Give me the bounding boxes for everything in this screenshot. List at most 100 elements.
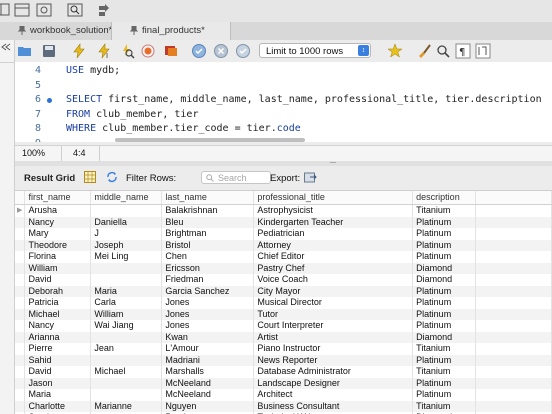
table-cell[interactable]: David <box>24 366 92 378</box>
table-cell[interactable]: Jean <box>90 343 163 355</box>
table-cell[interactable]: Database Administrator <box>253 366 414 378</box>
table-cell[interactable]: McNeeland <box>161 389 255 401</box>
code-line[interactable]: USE mydb; <box>66 65 120 76</box>
table-cell[interactable]: Platinum <box>412 377 477 389</box>
table-cell[interactable]: Bleu <box>161 216 255 228</box>
column-header-description[interactable]: description <box>412 191 477 205</box>
table-row[interactable]: Arianna Kwan Artist Diamond <box>15 331 552 343</box>
table-cell[interactable]: Garcia Sanchez <box>161 285 255 297</box>
table-cell[interactable]: Friedman <box>161 274 255 286</box>
table-cell[interactable]: Pediatrician <box>253 228 414 240</box>
table-row[interactable]: Pierre Jean L'Amour Piano Instructor Titaniu… <box>15 343 552 355</box>
code-line[interactable]: FROM club_member, tier <box>66 109 198 120</box>
table-cell[interactable]: Wai Jiang <box>90 320 163 332</box>
find-icon[interactable] <box>435 43 451 59</box>
rollback-icon[interactable] <box>213 43 229 59</box>
table-cell[interactable] <box>90 389 163 401</box>
column-header-last-name[interactable]: last_name <box>161 191 255 205</box>
execute-lightning-icon[interactable] <box>71 43 87 59</box>
table-cell[interactable] <box>90 204 163 217</box>
table-row[interactable]: Jason McNeeland Landscape Designer Platinum <box>15 377 552 389</box>
table-cell[interactable]: L'Amour <box>161 343 255 355</box>
table-row[interactable]: ▶ Arusha Balakrishnan Astrophysicist Titaniu… <box>15 204 552 217</box>
sidebar-toggle-icon[interactable] <box>0 3 12 17</box>
table-cell[interactable]: Tutor <box>253 308 414 320</box>
table-cell[interactable]: Business Consultant <box>253 400 414 412</box>
table-cell[interactable]: Maria <box>90 285 163 297</box>
table-cell[interactable]: Arianna <box>24 331 92 343</box>
zoom-level[interactable]: 100% <box>22 146 45 161</box>
table-cell[interactable]: Jones <box>161 308 255 320</box>
table-row[interactable]: David Michael Marshalls Database Administra… <box>15 366 552 378</box>
commit-icon[interactable] <box>191 43 207 59</box>
column-header-first-name[interactable]: first_name <box>24 191 92 205</box>
table-cell[interactable] <box>90 354 163 366</box>
explain-magnifier-icon[interactable] <box>119 43 135 59</box>
table-cell[interactable]: Platinum <box>412 297 477 309</box>
statement-marker-icon[interactable] <box>47 98 52 103</box>
table-cell[interactable]: Marianne <box>90 400 163 412</box>
table-cell[interactable] <box>90 331 163 343</box>
editor-horizontal-scrollbar[interactable] <box>115 138 305 142</box>
table-cell[interactable]: Architect <box>253 389 414 401</box>
table-cell[interactable]: Mary <box>24 228 92 240</box>
table-cell[interactable]: Michael <box>24 308 92 320</box>
table-cell[interactable]: Maria <box>24 389 92 401</box>
table-cell[interactable]: Sahid <box>24 354 92 366</box>
table-cell[interactable]: Florina <box>24 251 92 263</box>
table-cell[interactable]: Platinum <box>412 239 477 251</box>
wrap-lines-icon[interactable] <box>475 43 491 59</box>
table-cell[interactable]: Brightman <box>161 228 255 240</box>
table-cell[interactable]: Deborah <box>24 285 92 297</box>
table-row[interactable]: Maria McNeeland Architect Platinum <box>15 389 552 401</box>
table-cell[interactable]: David <box>24 274 92 286</box>
table-cell[interactable]: Diamond <box>412 262 477 274</box>
table-cell[interactable]: Balakrishnan <box>161 204 255 217</box>
table-cell[interactable]: J <box>90 228 163 240</box>
autocommit-icon[interactable] <box>235 43 251 59</box>
save-icon[interactable] <box>41 43 57 59</box>
collapse-arrows-icon[interactable] <box>1 43 11 51</box>
column-header-professional-title[interactable]: professional_title <box>253 191 414 205</box>
table-cell[interactable]: Platinum <box>412 389 477 401</box>
table-cell[interactable]: Marshalls <box>161 366 255 378</box>
table-cell[interactable] <box>90 262 163 274</box>
table-row[interactable]: Charlotte Marianne Nguyen Business Consulta… <box>15 400 552 412</box>
table-cell[interactable]: Bristol <box>161 239 255 251</box>
table-cell[interactable]: Mei Ling <box>90 251 163 263</box>
table-cell[interactable]: Voice Coach <box>253 274 414 286</box>
filter-rows-input[interactable]: Search <box>201 171 271 184</box>
table-cell[interactable]: Jones <box>161 320 255 332</box>
result-grid[interactable]: first_name middle_name last_name profession… <box>15 191 552 414</box>
table-row[interactable]: Nancy Daniella Bleu Kindergarten Teacher Pla… <box>15 216 552 228</box>
table-row[interactable]: Michael William Jones Tutor Platinum <box>15 308 552 320</box>
table-cell[interactable]: Platinum <box>412 216 477 228</box>
table-row[interactable]: Theodore Joseph Bristol Attorney Platinum <box>15 239 552 251</box>
table-cell[interactable]: Pierre <box>24 343 92 355</box>
table-row[interactable]: Deborah Maria Garcia Sanchez City Mayor Plat… <box>15 285 552 297</box>
invisible-chars-icon[interactable]: ¶ <box>455 43 471 59</box>
table-cell[interactable]: William <box>24 262 92 274</box>
table-cell[interactable]: Diamond <box>412 331 477 343</box>
table-cell[interactable]: Nancy <box>24 216 92 228</box>
table-cell[interactable]: Platinum <box>412 251 477 263</box>
table-row[interactable]: William Ericsson Pastry Chef Diamond <box>15 262 552 274</box>
table-cell[interactable]: Theodore <box>24 239 92 251</box>
table-cell[interactable]: Titanium <box>412 400 477 412</box>
stop-icon[interactable] <box>140 43 156 59</box>
table-cell[interactable]: Titanium <box>412 343 477 355</box>
layout-icon[interactable] <box>14 3 30 17</box>
table-cell[interactable]: Landscape Designer <box>253 377 414 389</box>
table-cell[interactable]: Kwan <box>161 331 255 343</box>
table-row[interactable]: Sahid Madriani News Reporter Platinum <box>15 354 552 366</box>
table-cell[interactable]: Chen <box>161 251 255 263</box>
table-cell[interactable]: Jones <box>161 297 255 309</box>
table-cell[interactable]: Madriani <box>161 354 255 366</box>
table-cell[interactable] <box>90 274 163 286</box>
column-header-middle-name[interactable]: middle_name <box>90 191 163 205</box>
table-cell[interactable]: Charlotte <box>24 400 92 412</box>
table-cell[interactable]: Artist <box>253 331 414 343</box>
table-row[interactable]: Nancy Wai Jiang Jones Court Interpreter Plat… <box>15 320 552 332</box>
table-cell[interactable]: Diamond <box>412 274 477 286</box>
table-cell[interactable]: Platinum <box>412 308 477 320</box>
